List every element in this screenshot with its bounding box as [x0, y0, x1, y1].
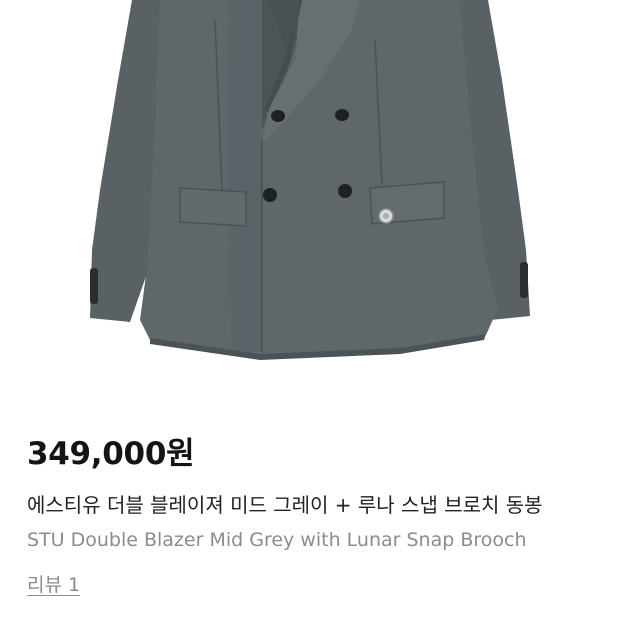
blazer-photo: [90, 0, 530, 360]
product-title-korean[interactable]: 에스티유 더블 블레이져 미드 그레이 + 루나 스냅 브로치 동봉: [27, 491, 620, 519]
product-image[interactable]: [0, 0, 620, 400]
product-price: 349,000원: [27, 436, 195, 472]
review-count-link[interactable]: 리뷰 1: [27, 571, 80, 599]
title-fade-overlay: [560, 491, 620, 519]
product-title-english[interactable]: STU Double Blazer Mid Grey with Lunar Sn…: [27, 526, 527, 554]
